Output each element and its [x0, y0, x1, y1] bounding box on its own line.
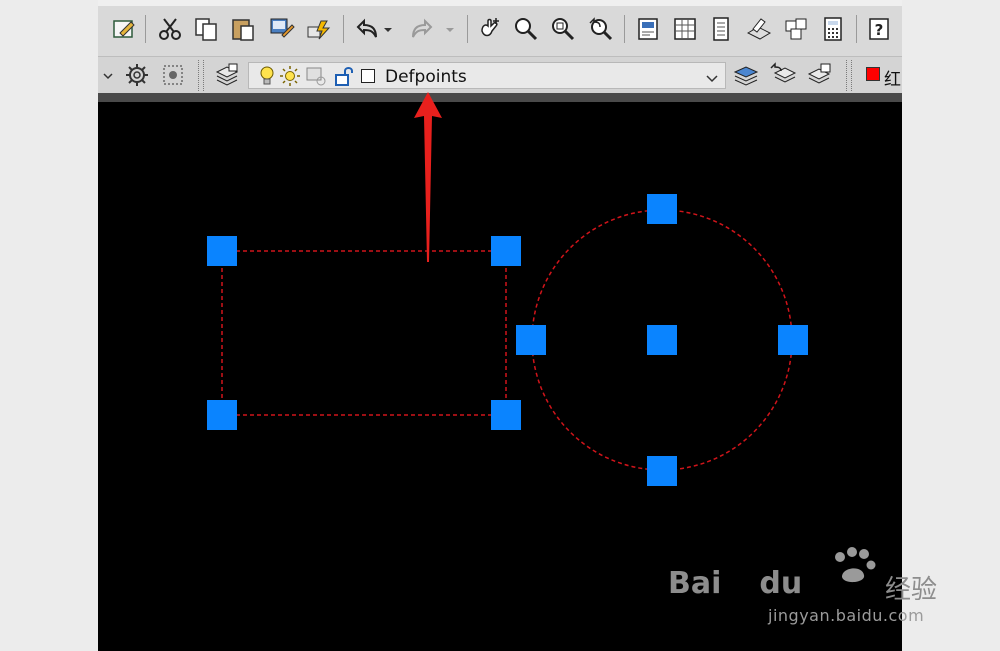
grip-circle-right[interactable]	[778, 325, 808, 355]
make-current-layer-icon[interactable]	[732, 62, 760, 92]
color-swatch[interactable]	[866, 67, 880, 81]
toolbar-grip[interactable]	[846, 60, 852, 91]
match-properties-icon[interactable]	[268, 15, 296, 43]
copy-icon[interactable]	[192, 15, 220, 43]
calculator-icon[interactable]	[819, 15, 847, 43]
screenshot-frame: ? Defpoints 红	[98, 0, 902, 651]
watermark-url: jingyan.baidu.com	[768, 606, 925, 625]
undo-icon[interactable]	[352, 15, 380, 43]
layer-previous-icon[interactable]	[769, 62, 797, 92]
grip-circle-center[interactable]	[647, 325, 677, 355]
markup-icon[interactable]	[745, 15, 773, 43]
zoom-realtime-icon[interactable]	[512, 15, 540, 43]
layers-toolbar: Defpoints 红	[98, 56, 902, 94]
chevron-down-icon[interactable]	[102, 67, 114, 86]
grip-circle-left[interactable]	[516, 325, 546, 355]
toolbar-grip[interactable]	[198, 60, 204, 91]
current-layer-name: Defpoints	[385, 67, 467, 87]
grip-rect-top-right[interactable]	[491, 236, 521, 266]
watermark-label: 经验	[885, 575, 938, 605]
grip-rect-bottom-left[interactable]	[207, 400, 237, 430]
grip-rect-bottom-right[interactable]	[491, 400, 521, 430]
undo-dropdown-icon[interactable]	[381, 15, 395, 43]
tool-palettes-icon[interactable]	[708, 15, 736, 43]
help-icon[interactable]: ?	[865, 15, 893, 43]
chevron-down-icon[interactable]	[705, 70, 719, 89]
grip-circle-bottom[interactable]	[647, 456, 677, 486]
grip-circle-top[interactable]	[647, 194, 677, 224]
zoom-window-icon[interactable]	[549, 15, 577, 43]
viewport-freeze-icon[interactable]	[305, 65, 327, 91]
paw-icon	[828, 545, 880, 589]
color-control-label[interactable]: 红	[884, 65, 901, 90]
properties-icon[interactable]	[634, 15, 662, 43]
grip-rect-top-left[interactable]	[207, 236, 237, 266]
red-arrow-annotation	[414, 92, 442, 262]
watermark-logo: Bai du	[668, 566, 803, 601]
design-center-icon[interactable]	[671, 15, 699, 43]
standard-toolbar: ?	[98, 0, 902, 56]
layer-properties-manager-icon[interactable]	[214, 62, 240, 92]
sheet-set-icon[interactable]	[782, 15, 810, 43]
unlock-icon[interactable]	[333, 65, 355, 91]
svg-text:?: ?	[875, 21, 884, 39]
sun-icon[interactable]	[279, 65, 301, 91]
block-editor-icon[interactable]	[305, 15, 333, 43]
lightbulb-icon[interactable]	[257, 65, 277, 91]
edit-icon[interactable]	[110, 15, 138, 43]
zoom-previous-icon[interactable]	[586, 15, 614, 43]
gear-icon[interactable]	[124, 62, 150, 92]
pan-icon[interactable]	[476, 15, 504, 43]
cut-icon[interactable]	[156, 15, 184, 43]
redo-dropdown-icon[interactable]	[443, 15, 457, 43]
settings-frame-icon[interactable]	[160, 62, 186, 92]
layer-states-icon[interactable]	[806, 62, 834, 92]
redo-icon[interactable]	[409, 15, 437, 43]
layer-dropdown[interactable]: Defpoints	[248, 62, 726, 89]
layer-color-swatch[interactable]	[361, 69, 375, 83]
paste-icon[interactable]	[229, 15, 257, 43]
